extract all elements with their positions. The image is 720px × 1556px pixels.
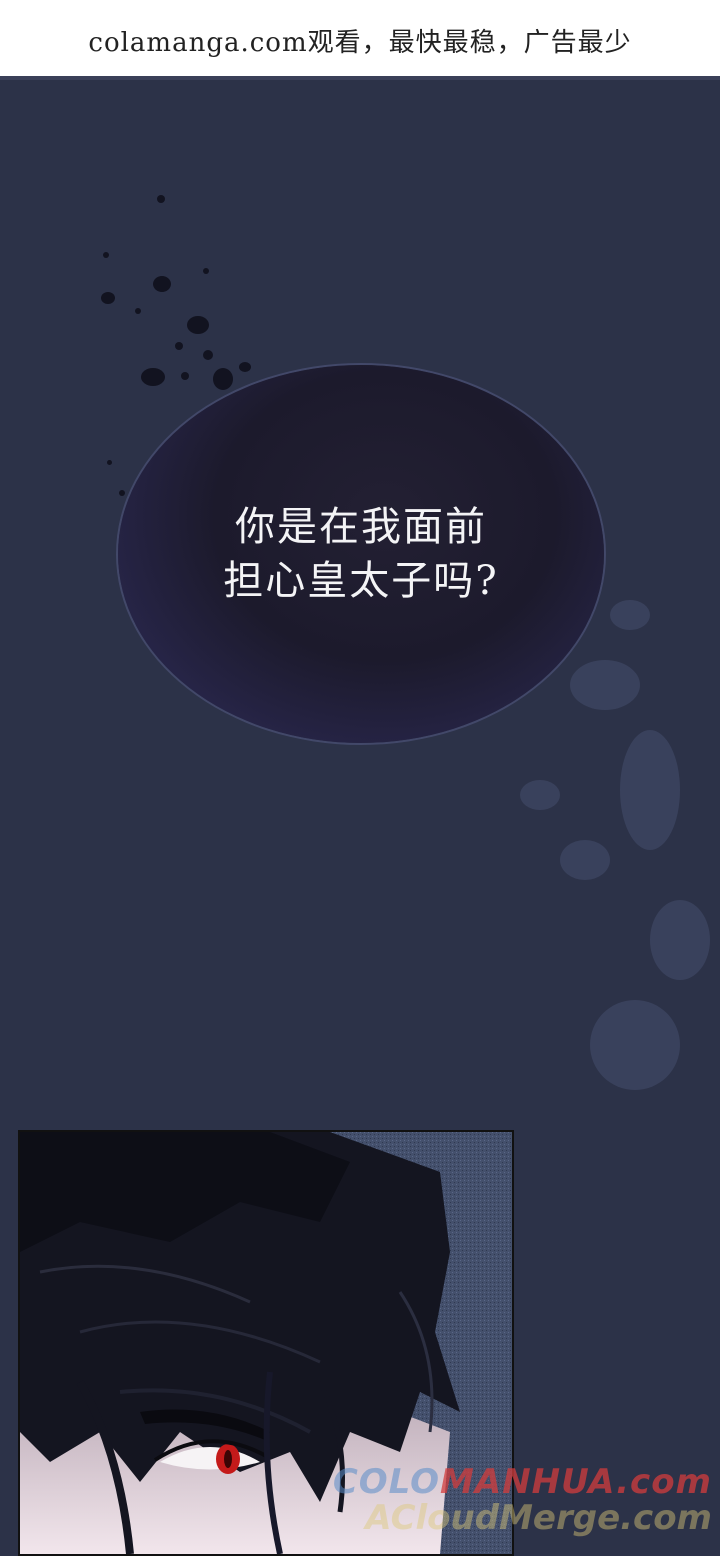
watermark-colo: COLO bbox=[332, 1462, 441, 1502]
watermark-manhua: MANHUA.com bbox=[440, 1462, 712, 1502]
watermark-line-1: COLOMANHUA.com bbox=[333, 1462, 712, 1502]
dialogue-line-2: 担心皇太子吗? bbox=[223, 558, 499, 604]
banner-text: colamanga.com观看，最快最稳，广告最少 bbox=[88, 27, 632, 58]
dialogue-line-1: 你是在我面前 bbox=[235, 504, 487, 550]
speech-bubble: 你是在我面前 担心皇太子吗? bbox=[118, 365, 604, 743]
top-banner: colamanga.com观看，最快最稳，广告最少 bbox=[0, 0, 720, 76]
watermark-line-2: ACloudMerge.com bbox=[365, 1498, 712, 1538]
watermark: COLOMANHUA.com ACloudMerge.com bbox=[333, 1462, 712, 1538]
